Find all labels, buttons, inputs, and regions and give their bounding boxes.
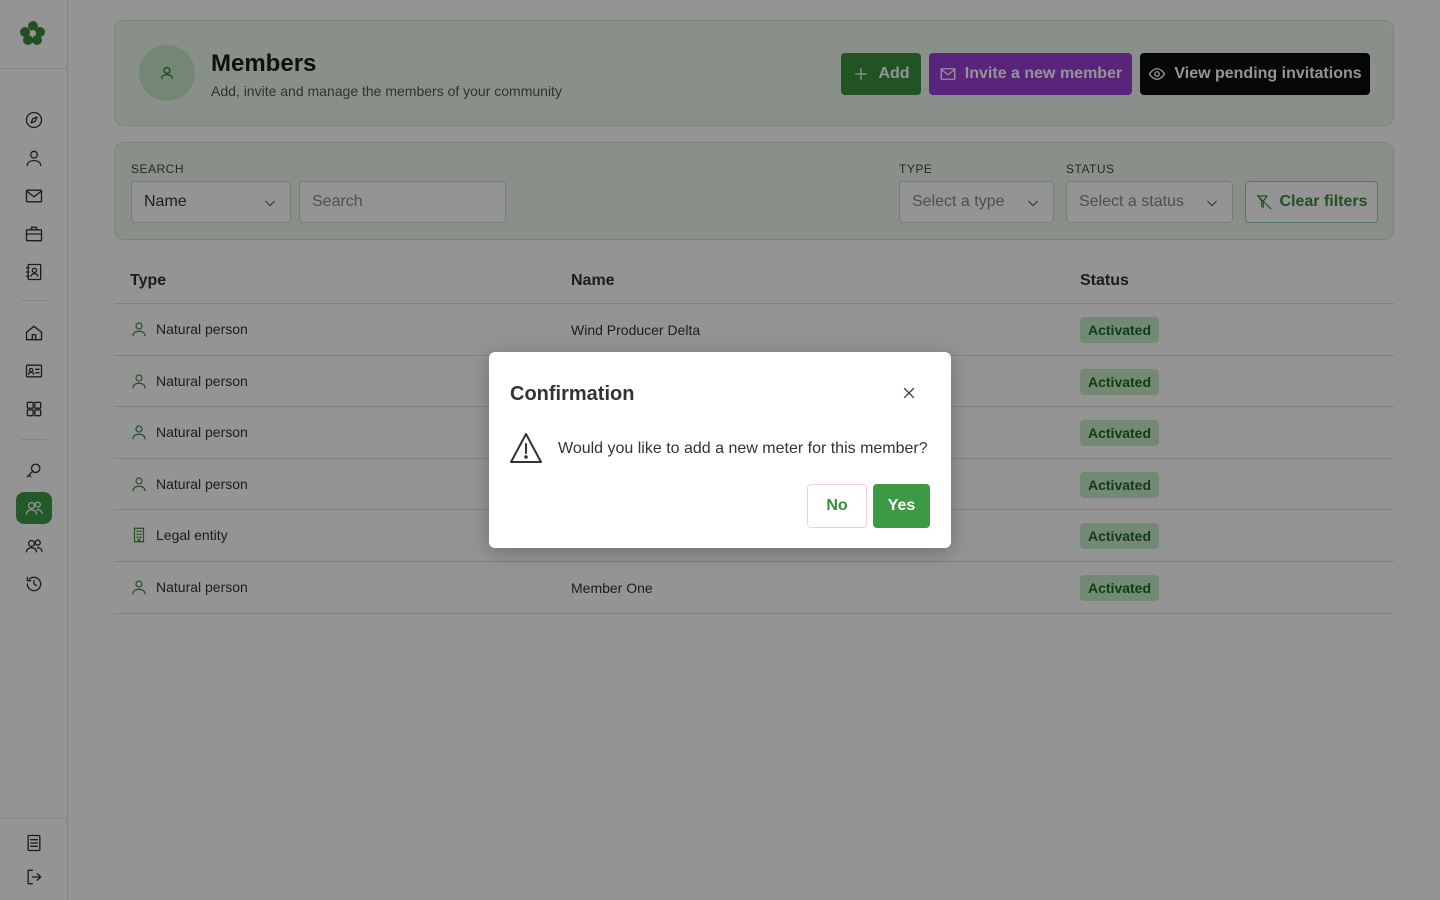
- yes-button[interactable]: Yes: [873, 484, 930, 528]
- no-button[interactable]: No: [807, 484, 867, 528]
- dialog-title: Confirmation: [510, 383, 635, 405]
- dialog-message: Would you like to add a new meter for th…: [558, 440, 928, 457]
- close-icon[interactable]: [895, 379, 923, 407]
- confirmation-dialog: Confirmation Would you like to add a new…: [489, 352, 951, 548]
- warning-icon: [509, 432, 543, 464]
